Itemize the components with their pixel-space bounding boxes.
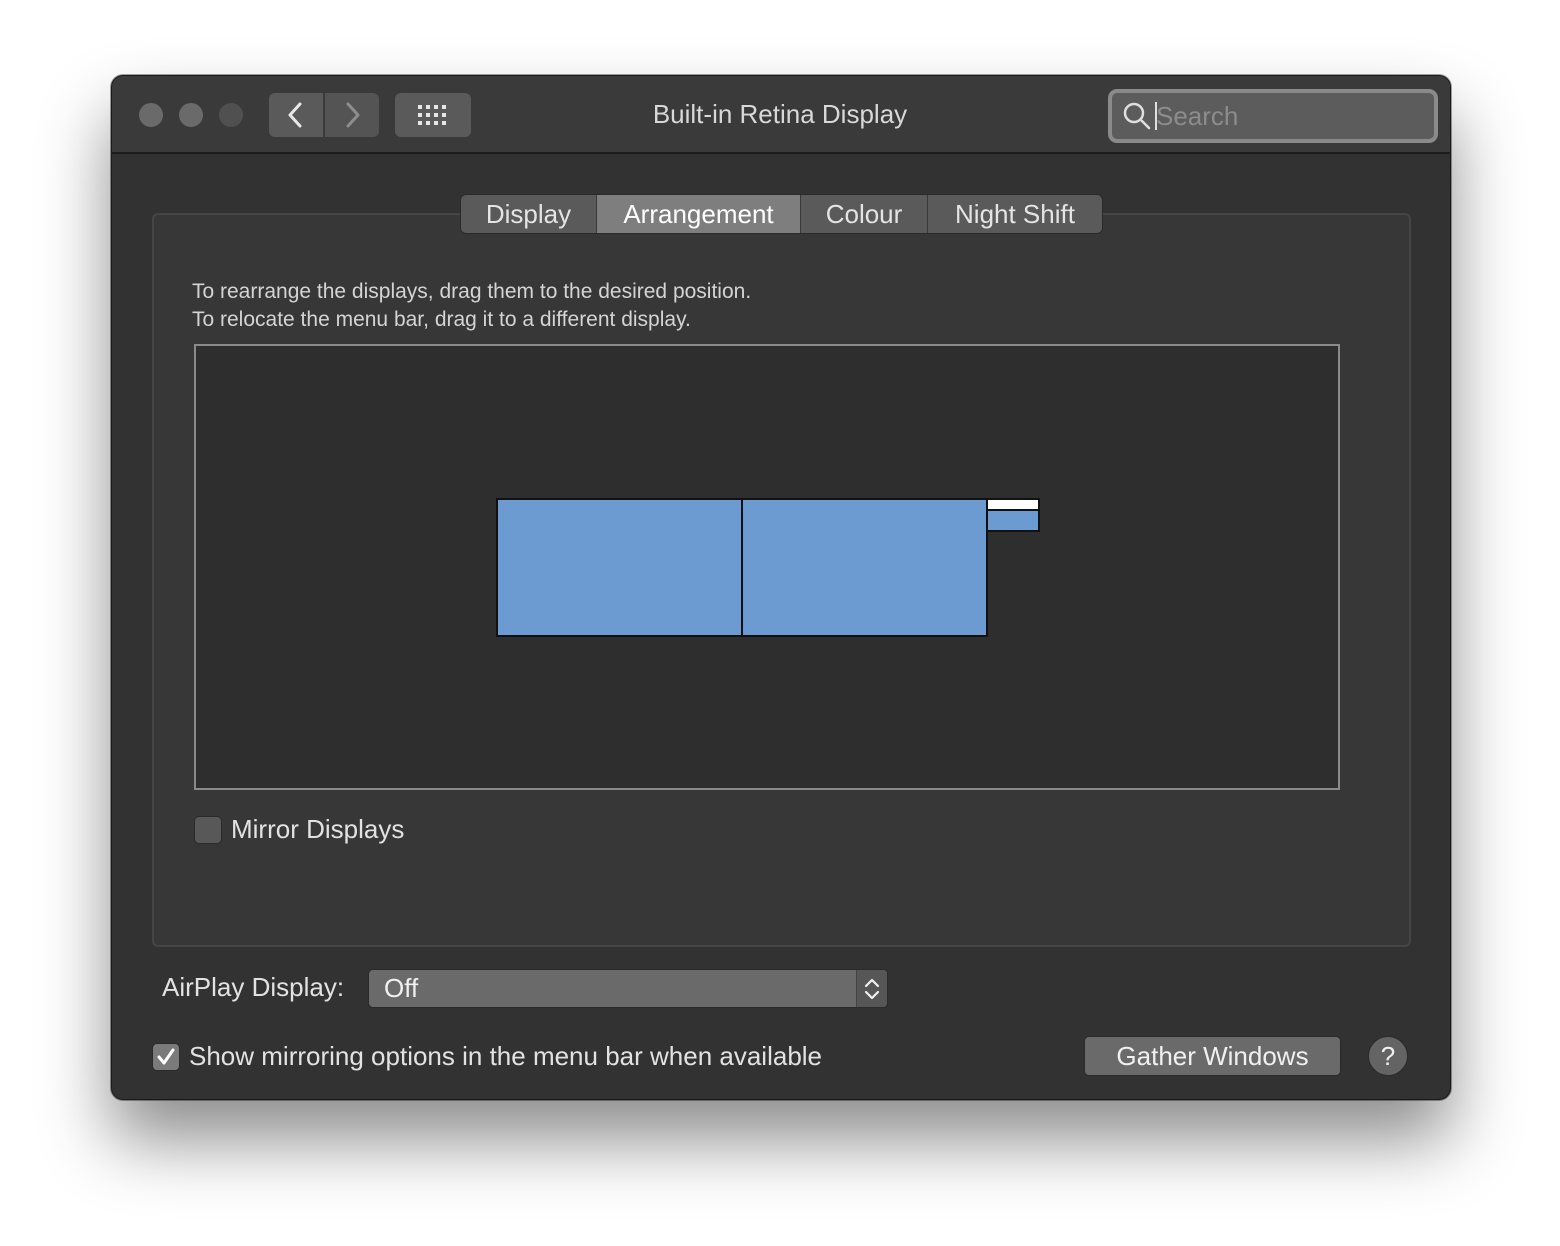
show-mirroring-checkbox[interactable] (152, 1042, 180, 1071)
tab-display[interactable]: Display (461, 195, 597, 233)
airplay-select[interactable]: Off (368, 969, 888, 1008)
display-arrangement-area (194, 344, 1340, 790)
mirror-displays-row[interactable]: Mirror Displays (194, 814, 404, 845)
chevron-left-icon (288, 102, 302, 128)
menu-bar-indicator[interactable] (986, 498, 1040, 511)
tab-night-shift[interactable]: Night Shift (928, 195, 1102, 233)
help-button[interactable]: ? (1368, 1036, 1408, 1076)
search-input[interactable] (1156, 93, 1426, 139)
text-caret (1155, 102, 1157, 130)
tab-bar: Display Arrangement Colour Night Shift (460, 194, 1103, 234)
up-down-chevron-icon (864, 978, 880, 999)
show-mirroring-label: Show mirroring options in the menu bar w… (189, 1041, 823, 1071)
navigation-buttons (269, 93, 379, 137)
grid-icon (418, 105, 446, 125)
search-field[interactable] (1108, 89, 1438, 143)
back-button[interactable] (269, 93, 323, 137)
instruction-line-1: To rearrange the displays, drag them to … (192, 280, 752, 303)
search-icon (1123, 102, 1151, 130)
window-title: Built-in Retina Display (652, 99, 908, 129)
title-bar: Built-in Retina Display (112, 76, 1450, 154)
display-1[interactable] (496, 498, 743, 637)
chevron-right-icon (346, 102, 360, 128)
arrangement-instructions: To rearrange the displays, drag them to … (192, 278, 751, 334)
instruction-line-2: To relocate the menu bar, drag it to a d… (192, 308, 691, 331)
checkmark-icon (157, 1048, 175, 1064)
preferences-window: Built-in Retina Display Display Arrangem… (111, 75, 1451, 1100)
show-all-button[interactable] (395, 93, 471, 137)
forward-button[interactable] (325, 93, 379, 137)
zoom-button[interactable] (219, 103, 243, 127)
display-2[interactable] (741, 498, 988, 637)
airplay-label: AirPlay Display: (162, 972, 345, 1002)
mirror-displays-label: Mirror Displays (231, 814, 405, 844)
close-button[interactable] (139, 103, 163, 127)
tab-colour[interactable]: Colour (801, 195, 928, 233)
minimize-button[interactable] (179, 103, 203, 127)
mirror-displays-checkbox[interactable] (194, 815, 222, 844)
gather-windows-button[interactable]: Gather Windows (1084, 1036, 1341, 1076)
tab-arrangement[interactable]: Arrangement (597, 195, 801, 233)
show-mirroring-row[interactable]: Show mirroring options in the menu bar w… (152, 1041, 822, 1072)
airplay-value: Off (384, 973, 419, 1003)
select-stepper (856, 970, 887, 1007)
